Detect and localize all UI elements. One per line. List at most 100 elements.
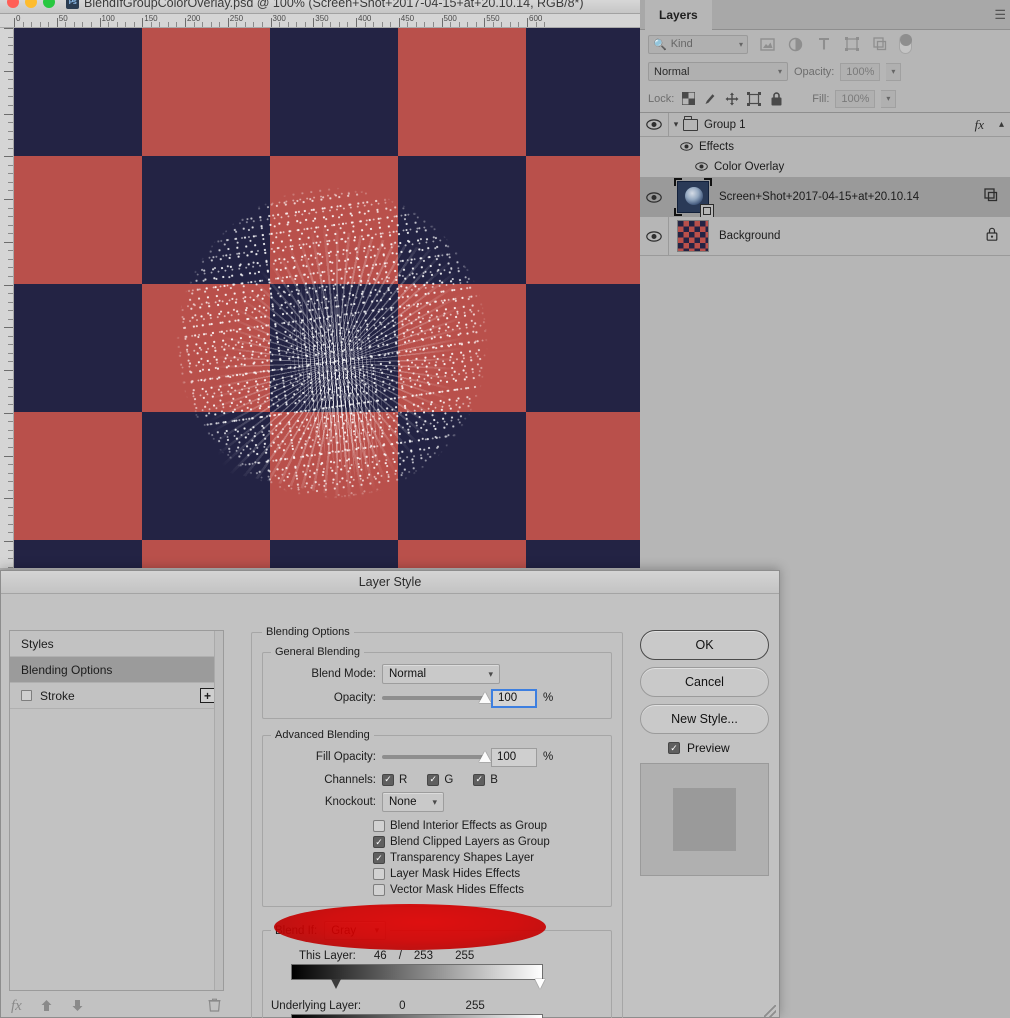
- styles-item-stroke[interactable]: Stroke +: [10, 683, 223, 709]
- chevron-up-icon[interactable]: ▴: [999, 119, 1004, 130]
- styles-scrollbar[interactable]: [214, 631, 223, 990]
- ruler-tick: [261, 22, 263, 27]
- ruler-tick: [253, 22, 255, 27]
- ruler-label: 450: [400, 14, 415, 23]
- dialog-resize-handle[interactable]: [764, 1005, 776, 1017]
- fill-opacity-unit: %: [543, 751, 554, 763]
- maximize-window-button[interactable]: [43, 0, 55, 8]
- channel-r-checkbox[interactable]: [382, 773, 394, 786]
- layer-row-screen-shot[interactable]: Screen+Shot+2017-04-15+at+20.10.14: [640, 178, 1010, 218]
- horizontal-ruler[interactable]: 0 50 100 150 200 250 300 350 400 450 500 550 600: [0, 14, 640, 28]
- trash-icon[interactable]: [208, 998, 221, 1015]
- minimize-window-button[interactable]: [25, 0, 37, 8]
- new-style-button[interactable]: New Style...: [640, 704, 769, 734]
- layer-row-group-1[interactable]: ▾ Group 1 fx ▴: [640, 113, 1010, 137]
- layer-blend-mode-select[interactable]: Normal ▾: [648, 62, 788, 81]
- knockout-select[interactable]: None ▾: [382, 792, 444, 812]
- blend-if-channel-select[interactable]: Gray ▾: [324, 921, 387, 940]
- eye-icon[interactable]: [640, 113, 669, 136]
- lock-position-icon[interactable]: [724, 91, 740, 107]
- channel-g-checkbox[interactable]: [427, 773, 440, 786]
- fill-opacity-label: Fill Opacity:: [315, 751, 376, 763]
- channel-g[interactable]: G: [427, 773, 454, 786]
- shape-filter-icon[interactable]: [843, 36, 860, 53]
- channel-r[interactable]: R: [382, 773, 407, 786]
- checkbox-blend-clipped-layers[interactable]: Blend Clipped Layers as Group: [373, 834, 603, 850]
- this-layer-ramp[interactable]: [291, 964, 543, 980]
- checkbox-blend-interior-effects[interactable]: Blend Interior Effects as Group: [373, 818, 603, 834]
- general-blending-group: General Blending Blend Mode: Normal ▾ Op…: [262, 646, 612, 719]
- fx-badge-icon[interactable]: fx: [975, 117, 984, 133]
- filter-kind-select[interactable]: 🔍 Kind ▾: [648, 34, 748, 54]
- ruler-tick: [8, 378, 13, 380]
- fill-opacity-input[interactable]: 100: [491, 747, 537, 767]
- ruler-tick: [8, 472, 13, 474]
- eye-icon[interactable]: [640, 217, 669, 255]
- lock-artboard-icon[interactable]: [746, 91, 762, 107]
- eye-icon[interactable]: [695, 158, 708, 176]
- channel-g-label: G: [444, 773, 454, 786]
- channel-b[interactable]: B: [473, 773, 498, 786]
- blend-interior-effects-checkbox[interactable]: [373, 820, 385, 832]
- cancel-button[interactable]: Cancel: [640, 667, 769, 697]
- ok-button[interactable]: OK: [640, 630, 769, 660]
- opacity-slider[interactable]: [382, 688, 491, 708]
- opacity-input[interactable]: 100: [491, 688, 537, 708]
- layer-thumbnail-screen-shot[interactable]: [674, 178, 714, 218]
- preview-checkbox[interactable]: [668, 742, 680, 754]
- ruler-label: 0: [16, 14, 21, 23]
- vertical-ruler[interactable]: [0, 28, 14, 568]
- lock-all-icon[interactable]: [768, 91, 784, 107]
- lock-transparent-icon[interactable]: [680, 91, 696, 107]
- text-filter-icon[interactable]: [815, 36, 832, 53]
- stroke-checkbox[interactable]: [21, 690, 32, 701]
- vector-mask-hides-effects-checkbox[interactable]: [373, 884, 385, 896]
- adjustment-filter-icon[interactable]: [787, 36, 804, 53]
- close-window-button[interactable]: [7, 0, 19, 8]
- channel-b-checkbox[interactable]: [473, 773, 486, 786]
- effects-row[interactable]: Effects: [640, 137, 1010, 157]
- preview-toggle[interactable]: Preview: [668, 741, 770, 755]
- layer-mask-hides-effects-checkbox[interactable]: [373, 868, 385, 880]
- fx-icon[interactable]: fx: [11, 998, 22, 1015]
- blend-mode-row: Blend Mode: Normal ▾: [271, 662, 603, 686]
- image-filter-icon[interactable]: [759, 36, 776, 53]
- transparency-shapes-layer-checkbox[interactable]: [373, 852, 385, 864]
- chevron-down-icon[interactable]: ▾: [669, 119, 683, 130]
- layer-opacity-label: Opacity:: [794, 65, 835, 78]
- checkbox-layer-mask-hides-effects[interactable]: Layer Mask Hides Effects: [373, 866, 603, 882]
- ruler-tick: [8, 190, 13, 192]
- lock-image-icon[interactable]: [702, 91, 718, 107]
- smart-object-filter-icon[interactable]: [871, 36, 888, 53]
- panel-menu-icon[interactable]: ☰: [994, 8, 1006, 21]
- color-overlay-row[interactable]: Color Overlay: [640, 157, 1010, 177]
- blend-mode-value: Normal: [389, 668, 427, 680]
- opacity-stepper-icon[interactable]: ▾: [886, 62, 902, 81]
- fill-opacity-slider-thumb[interactable]: [479, 751, 491, 762]
- eye-icon[interactable]: [680, 138, 693, 156]
- checkbox-transparency-shapes-layer[interactable]: Transparency Shapes Layer: [373, 850, 603, 866]
- blend-clipped-layers-checkbox[interactable]: [373, 836, 385, 848]
- this-layer-high-knob[interactable]: [535, 979, 545, 989]
- window-controls[interactable]: [7, 0, 55, 8]
- styles-item-blending-options[interactable]: Blending Options: [10, 657, 223, 683]
- layer-thumbnail-background[interactable]: [677, 220, 709, 252]
- dotted-sphere-artwork: [132, 143, 532, 543]
- add-stroke-button[interactable]: +: [200, 688, 215, 703]
- layer-row-background[interactable]: Background: [640, 217, 1010, 256]
- layer-opacity-value[interactable]: 100%: [840, 62, 881, 81]
- underlying-layer-ramp[interactable]: [291, 1014, 543, 1018]
- fill-opacity-slider[interactable]: [382, 747, 491, 767]
- eye-icon[interactable]: [640, 178, 669, 216]
- opacity-slider-thumb[interactable]: [479, 692, 491, 703]
- blend-mode-select[interactable]: Normal ▾: [382, 664, 500, 684]
- move-down-icon[interactable]: [71, 999, 84, 1015]
- fill-stepper-icon[interactable]: ▾: [881, 89, 897, 108]
- tab-layers[interactable]: Layers: [645, 0, 712, 30]
- checkbox-vector-mask-hides-effects[interactable]: Vector Mask Hides Effects: [373, 882, 603, 898]
- move-up-icon[interactable]: [40, 999, 53, 1015]
- this-layer-low-knob[interactable]: [331, 979, 341, 989]
- filter-toggle-icon[interactable]: [899, 34, 912, 54]
- fill-value[interactable]: 100%: [835, 89, 876, 108]
- document-canvas[interactable]: [14, 28, 640, 568]
